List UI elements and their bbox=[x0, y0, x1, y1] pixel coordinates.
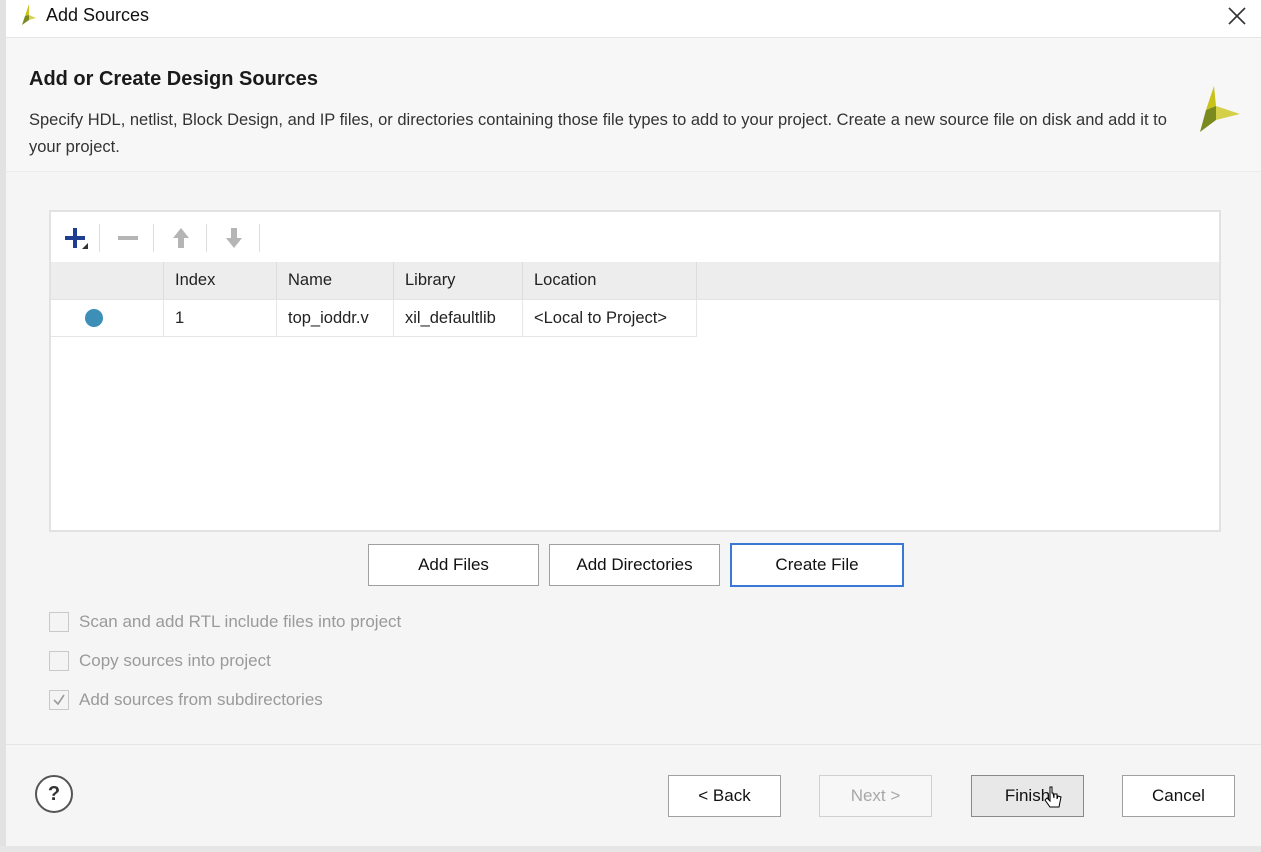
scan-rtl-include-option[interactable]: Scan and add RTL include files into proj… bbox=[49, 609, 401, 635]
copy-sources-option[interactable]: Copy sources into project bbox=[49, 648, 271, 674]
title-bar: Add Sources bbox=[6, 0, 1261, 38]
add-sources-dialog: Add Sources Add or Create Design Sources… bbox=[0, 0, 1261, 852]
checkmark-icon bbox=[53, 694, 65, 706]
location-cell: <Local to Project> bbox=[523, 300, 697, 337]
column-header-library[interactable]: Library bbox=[394, 262, 523, 299]
toolbar-separator bbox=[99, 224, 100, 252]
column-header-location[interactable]: Location bbox=[523, 262, 697, 299]
back-button[interactable]: < Back bbox=[668, 775, 781, 817]
next-button[interactable]: Next > bbox=[819, 775, 932, 817]
name-cell: top_ioddr.v bbox=[277, 300, 394, 337]
copy-sources-checkbox[interactable] bbox=[49, 651, 69, 671]
scan-rtl-include-label: Scan and add RTL include files into proj… bbox=[79, 612, 402, 631]
column-header-index[interactable]: Index bbox=[164, 262, 277, 299]
window-title: Add Sources bbox=[46, 5, 150, 25]
add-directories-button[interactable]: Add Directories bbox=[549, 544, 720, 586]
vivado-brand-logo-icon bbox=[1200, 86, 1240, 132]
add-subdirectories-checkbox[interactable] bbox=[49, 690, 69, 710]
status-cell bbox=[51, 300, 164, 337]
scan-rtl-include-checkbox[interactable] bbox=[49, 612, 69, 632]
page-description: Specify HDL, netlist, Block Design, and … bbox=[29, 111, 1167, 156]
toolbar-separator bbox=[206, 224, 207, 252]
status-column-header[interactable] bbox=[51, 262, 164, 299]
move-down-button[interactable] bbox=[217, 222, 251, 254]
sources-panel: Index Name Library Location 1 top_ioddr.… bbox=[49, 210, 1221, 532]
add-files-button[interactable]: Add Files bbox=[368, 544, 539, 586]
create-file-button[interactable]: Create File bbox=[730, 543, 904, 587]
page-title: Add or Create Design Sources bbox=[29, 68, 318, 90]
help-icon: ? bbox=[47, 782, 61, 805]
footer-divider bbox=[6, 744, 1261, 745]
arrow-down-icon bbox=[226, 228, 242, 248]
add-subdirectories-label: Add sources from subdirectories bbox=[79, 690, 323, 709]
library-cell[interactable]: xil_defaultlib bbox=[394, 300, 523, 337]
finish-button[interactable]: Finish bbox=[971, 775, 1084, 817]
window-bottom-edge bbox=[0, 846, 1261, 852]
table-row[interactable]: 1 top_ioddr.v xil_defaultlib <Local to P… bbox=[51, 300, 1219, 337]
status-dot-icon bbox=[85, 309, 103, 327]
column-header-name[interactable]: Name bbox=[277, 262, 394, 299]
add-subdirectories-option[interactable]: Add sources from subdirectories bbox=[49, 687, 323, 713]
table-header: Index Name Library Location bbox=[51, 262, 1219, 300]
copy-sources-label: Copy sources into project bbox=[79, 651, 271, 670]
minus-icon bbox=[118, 236, 138, 240]
toolbar-separator bbox=[259, 224, 260, 252]
help-button[interactable]: ? bbox=[35, 775, 73, 813]
close-button[interactable] bbox=[1223, 2, 1251, 30]
index-cell: 1 bbox=[164, 300, 277, 337]
vivado-logo-icon bbox=[22, 4, 36, 25]
sources-toolbar bbox=[51, 212, 1219, 262]
close-icon bbox=[1228, 7, 1246, 25]
remove-source-button[interactable] bbox=[111, 222, 145, 254]
toolbar-separator bbox=[153, 224, 154, 252]
add-source-button[interactable] bbox=[59, 222, 93, 254]
dialog-header: Add or Create Design Sources Specify HDL… bbox=[6, 38, 1261, 172]
arrow-up-icon bbox=[173, 228, 189, 248]
cancel-button[interactable]: Cancel bbox=[1122, 775, 1235, 817]
plus-icon bbox=[65, 228, 88, 249]
move-up-button[interactable] bbox=[164, 222, 198, 254]
